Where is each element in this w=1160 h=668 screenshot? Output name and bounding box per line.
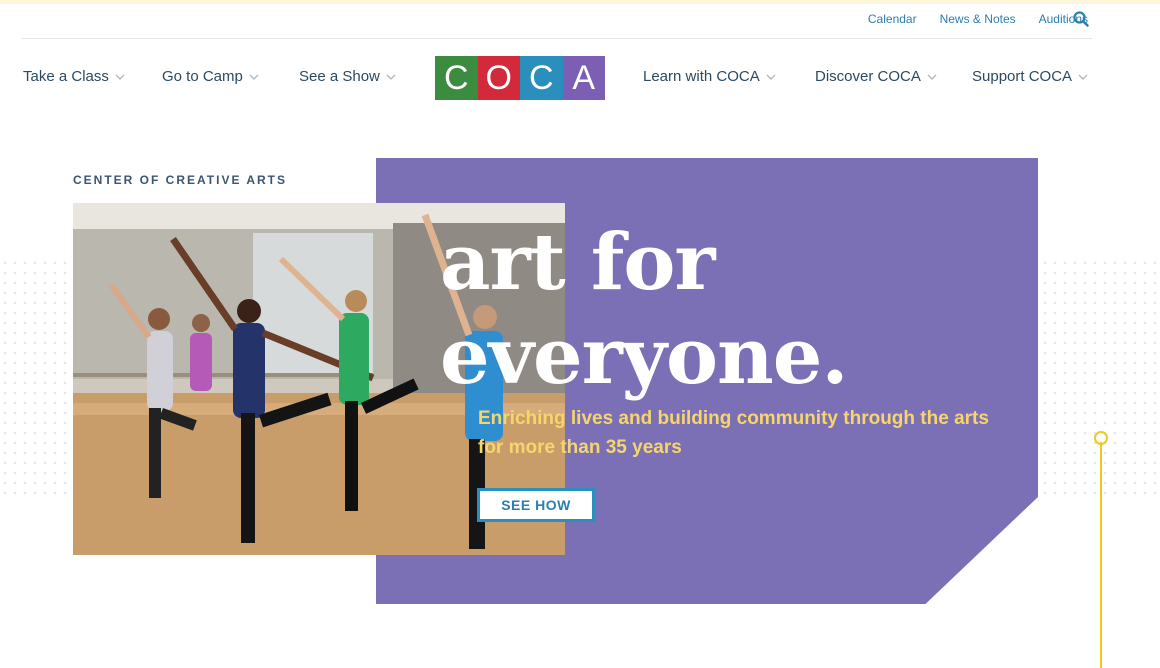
nav-label: Discover COCA bbox=[815, 68, 921, 85]
nav-take-a-class[interactable]: Take a Class bbox=[23, 68, 125, 85]
logo-tile: O bbox=[477, 56, 520, 100]
utility-nav: Calendar News & Notes Auditions bbox=[868, 12, 1088, 26]
logo-tile: C bbox=[435, 56, 478, 100]
chevron-down-icon bbox=[115, 74, 125, 80]
logo-tile: A bbox=[562, 56, 605, 100]
nav-label: Go to Camp bbox=[162, 68, 243, 85]
hero-subtitle: Enriching lives and building community t… bbox=[478, 408, 989, 458]
chevron-down-icon bbox=[249, 74, 259, 80]
nav-see-a-show[interactable]: See a Show bbox=[299, 68, 396, 85]
hero-headline-line2: everyone. bbox=[440, 311, 849, 402]
nav-label: Take a Class bbox=[23, 68, 109, 85]
search-icon[interactable] bbox=[1072, 10, 1090, 28]
utility-link-news[interactable]: News & Notes bbox=[940, 12, 1016, 26]
nav-label: See a Show bbox=[299, 68, 380, 85]
chevron-down-icon bbox=[1078, 74, 1088, 80]
nav-discover-coca[interactable]: Discover COCA bbox=[815, 68, 937, 85]
nav-label: Learn with COCA bbox=[643, 68, 760, 85]
utility-link-calendar[interactable]: Calendar bbox=[868, 12, 917, 26]
coca-logo[interactable]: C O C A bbox=[435, 56, 605, 100]
nav-label: Support COCA bbox=[972, 68, 1073, 85]
chevron-down-icon bbox=[927, 74, 937, 80]
top-strip bbox=[0, 0, 1160, 4]
header-divider bbox=[22, 38, 1092, 39]
hero-headline-line1: art for bbox=[440, 217, 715, 308]
nav-go-to-camp[interactable]: Go to Camp bbox=[162, 68, 259, 85]
see-how-button[interactable]: SEE HOW bbox=[477, 488, 595, 522]
decorative-line bbox=[1100, 442, 1102, 668]
nav-learn-with-coca[interactable]: Learn with COCA bbox=[643, 68, 776, 85]
nav-support-coca[interactable]: Support COCA bbox=[972, 68, 1088, 85]
chevron-down-icon bbox=[766, 74, 776, 80]
chevron-down-icon bbox=[386, 74, 396, 80]
logo-tile: C bbox=[520, 56, 563, 100]
hero-kicker: CENTER OF CREATIVE ARTS bbox=[73, 173, 288, 187]
